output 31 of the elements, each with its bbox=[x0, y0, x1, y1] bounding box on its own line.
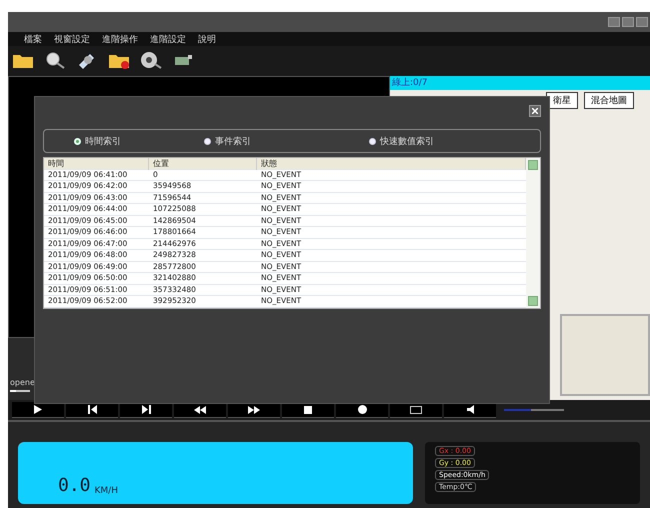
radio-option[interactable]: 時間索引 bbox=[74, 134, 204, 148]
map-status: 綠上:0/7 bbox=[390, 76, 650, 90]
radio-label: 快速數值索引 bbox=[380, 136, 434, 148]
speaker-icon bbox=[466, 405, 474, 414]
play-icon bbox=[34, 405, 42, 414]
toolbar-button[interactable] bbox=[140, 51, 162, 71]
toolbar-button[interactable] bbox=[44, 51, 66, 71]
radio-label: 事件索引 bbox=[215, 136, 251, 148]
skip-forward-icon bbox=[142, 405, 150, 414]
magnifier-icon bbox=[44, 51, 66, 69]
menu-item[interactable]: 進階操作 bbox=[102, 32, 138, 46]
record-icon bbox=[358, 405, 366, 414]
player-button[interactable] bbox=[12, 402, 64, 418]
close-button[interactable] bbox=[529, 105, 541, 117]
file-label: opene bbox=[9, 378, 36, 387]
speed-value: 0.0 bbox=[58, 475, 91, 496]
menu-item[interactable]: 說明 bbox=[198, 32, 216, 46]
close-icon bbox=[532, 108, 538, 114]
radio-option[interactable]: 快速數值索引 bbox=[369, 134, 534, 148]
stop-icon bbox=[304, 406, 312, 414]
skip-back-icon bbox=[88, 405, 96, 414]
map-type-button[interactable]: 混合地圖 bbox=[584, 92, 634, 109]
snapshot-icon bbox=[410, 406, 422, 414]
radio-option[interactable]: 事件索引 bbox=[204, 134, 369, 148]
menu-item[interactable]: 進階設定 bbox=[150, 32, 186, 46]
map-type-button[interactable]: 衛星 bbox=[546, 92, 578, 109]
menu-item[interactable]: 檔案 bbox=[24, 32, 42, 46]
speed-unit: KM/H bbox=[94, 486, 118, 496]
radio-label: 時間索引 bbox=[85, 136, 121, 148]
film-reel-icon bbox=[140, 51, 162, 69]
menu-item[interactable]: 視窗設定 bbox=[54, 32, 90, 46]
